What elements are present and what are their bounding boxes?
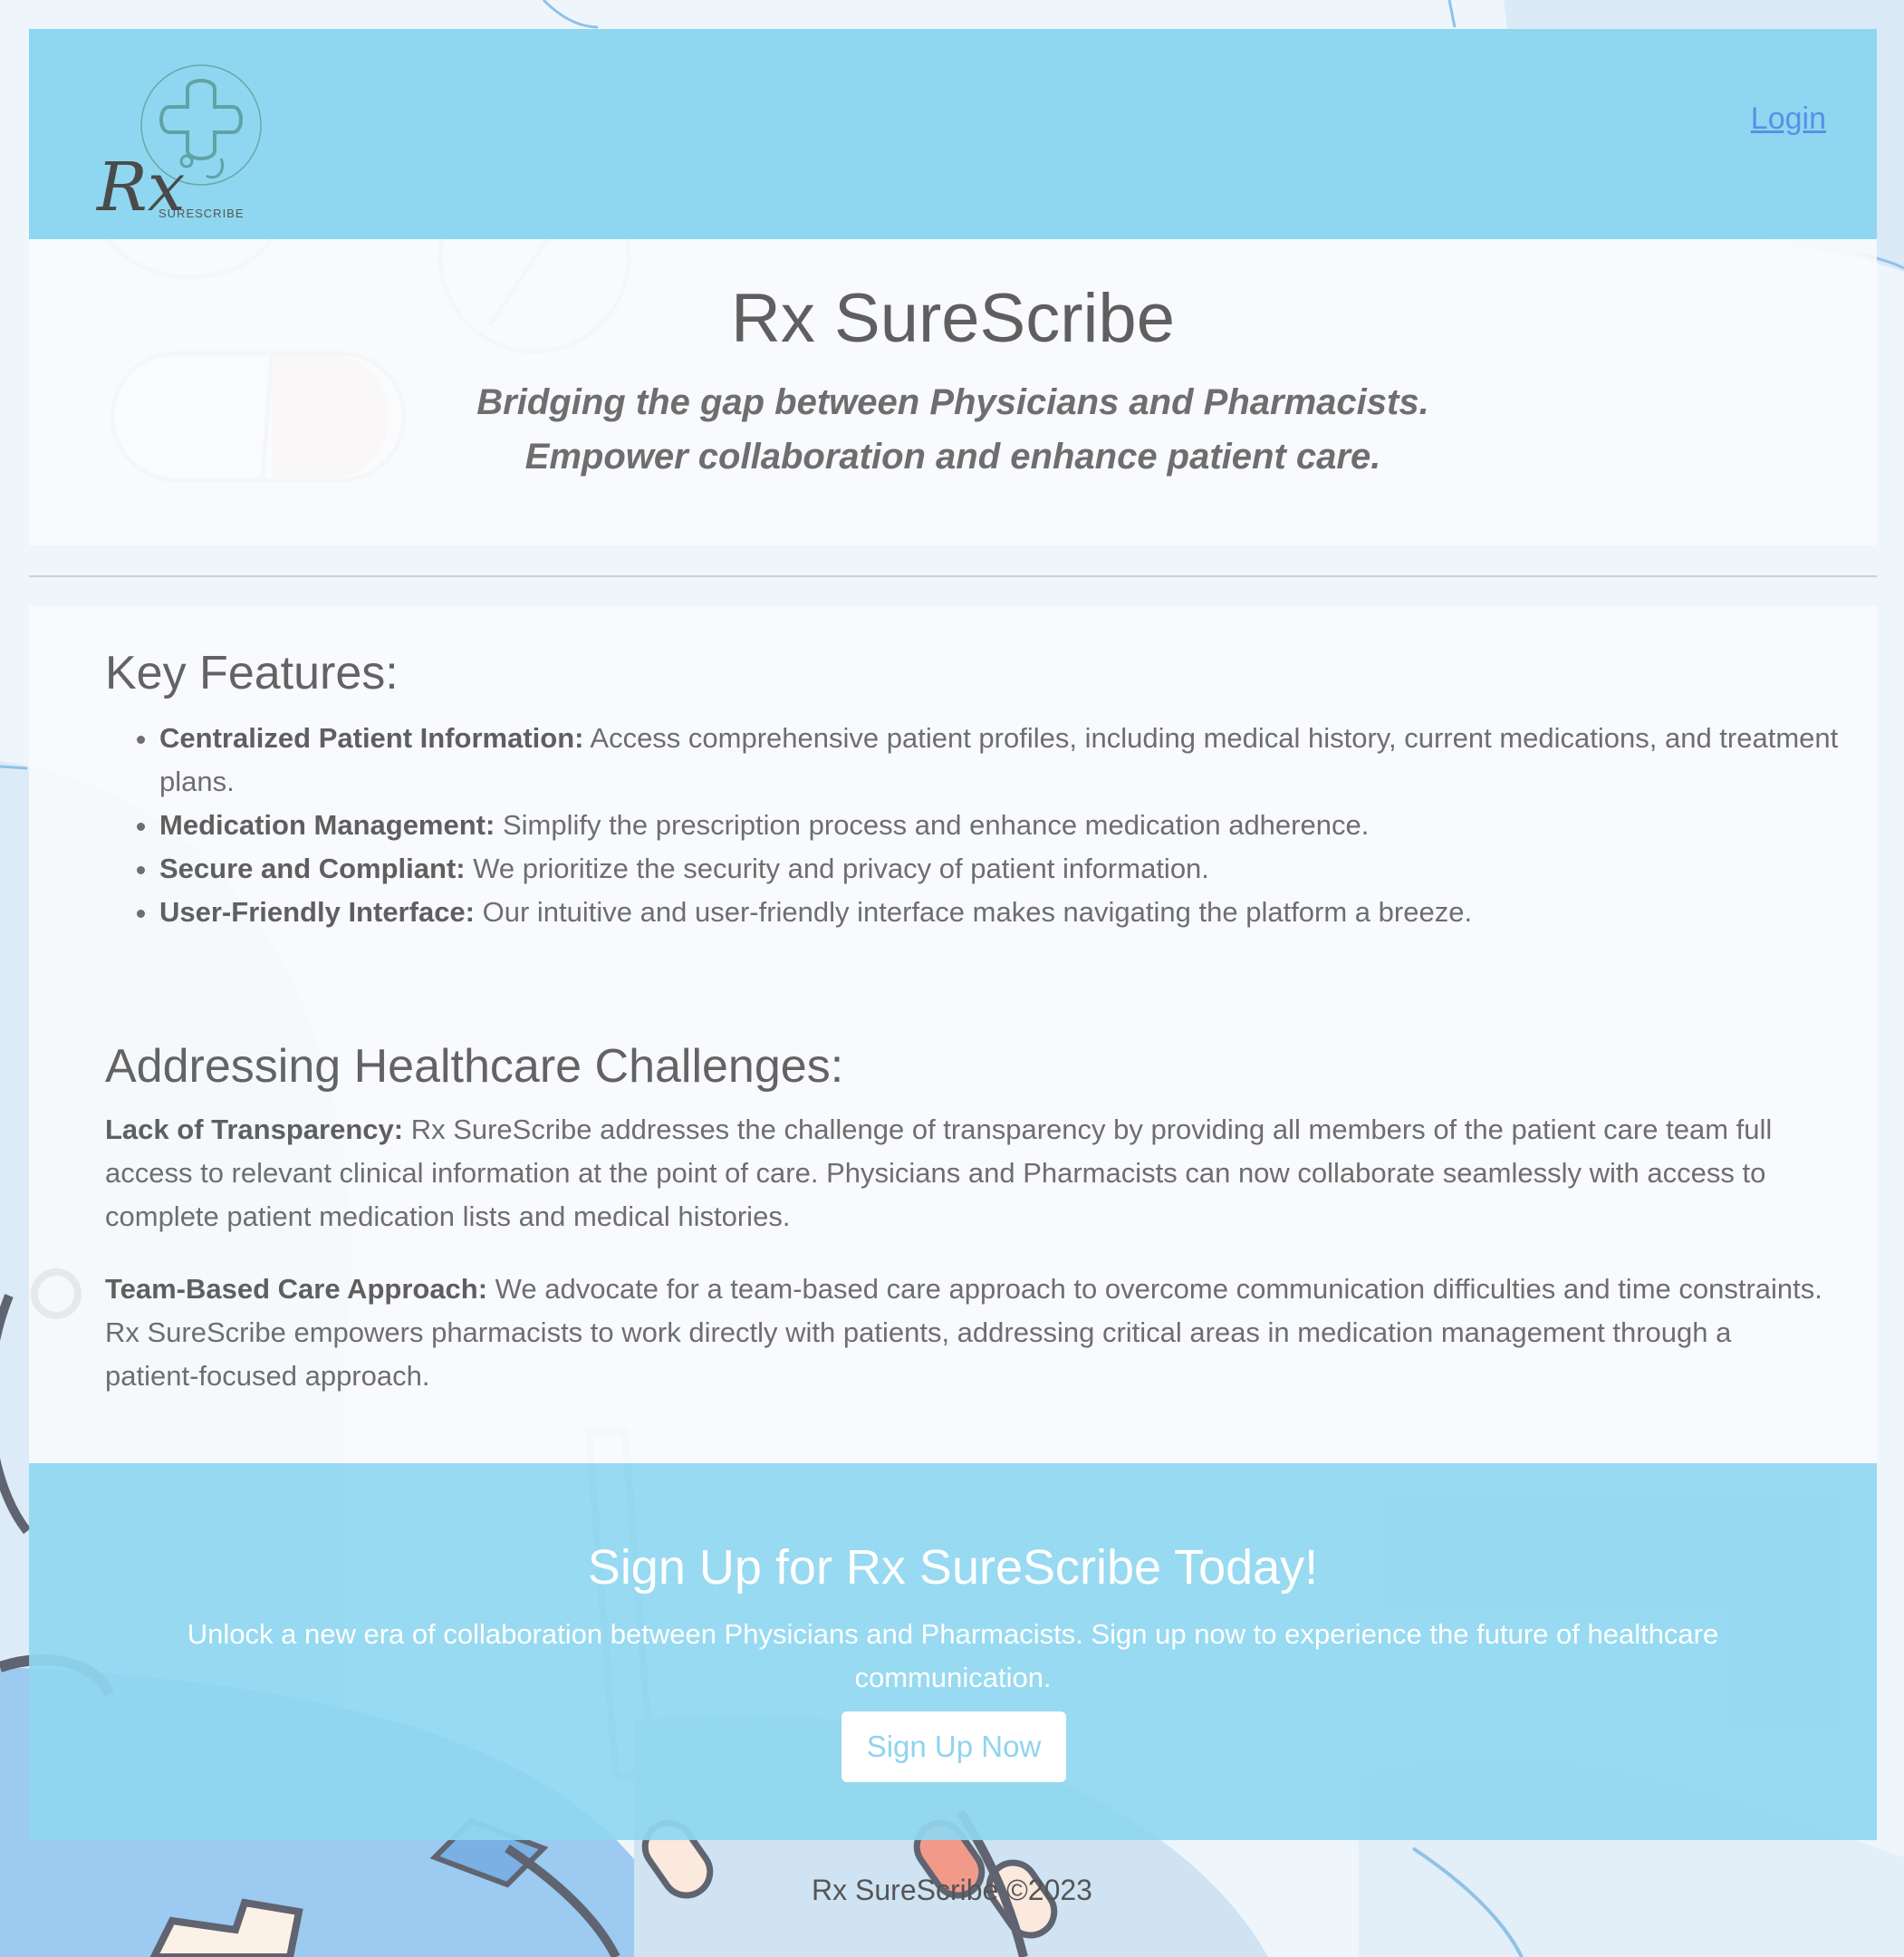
- features-list: Centralized Patient Information: Access …: [105, 717, 1880, 934]
- list-item: Centralized Patient Information: Access …: [159, 717, 1880, 804]
- feature-text: We prioritize the security and privacy o…: [465, 853, 1209, 884]
- challenges-heading: Addressing Healthcare Challenges:: [105, 1040, 844, 1093]
- list-item: User-Friendly Interface: Our intuitive a…: [159, 891, 1880, 934]
- tagline-line-1: Bridging the gap between Physicians and …: [476, 382, 1429, 422]
- feature-title: User-Friendly Interface:: [159, 896, 475, 928]
- feature-title: Secure and Compliant:: [159, 853, 466, 884]
- section-divider: [29, 575, 1877, 577]
- key-features-heading: Key Features:: [105, 647, 399, 699]
- site-header: Rx SURESCRIBE Login: [29, 29, 1877, 239]
- challenge-paragraph: Team-Based Care Approach: We advocate fo…: [105, 1268, 1826, 1398]
- content-section: Key Features: Centralized Patient Inform…: [29, 606, 1877, 1463]
- list-item: Medication Management: Simplify the pres…: [159, 804, 1880, 847]
- rx-surescribe-logo[interactable]: Rx SURESCRIBE: [94, 45, 275, 227]
- tagline-line-2: Empower collaboration and enhance patien…: [524, 437, 1381, 477]
- footer-copyright: Rx SureScribe ©2023: [812, 1874, 1092, 1906]
- list-item: Secure and Compliant: We prioritize the …: [159, 847, 1880, 891]
- hero-section: Rx SureScribe Bridging the gap between P…: [29, 239, 1877, 545]
- hero-tagline: Bridging the gap between Physicians and …: [29, 375, 1877, 484]
- cta-text: Unlock a new era of collaboration betwee…: [187, 1618, 1719, 1693]
- feature-text: Simplify the prescription process and en…: [495, 809, 1370, 841]
- login-link[interactable]: Login: [1751, 101, 1826, 137]
- sign-up-button[interactable]: Sign Up Now: [841, 1711, 1066, 1782]
- svg-text:SURESCRIBE: SURESCRIBE: [159, 207, 245, 220]
- page-title: Rx SureScribe: [731, 280, 1175, 357]
- challenge-paragraph: Lack of Transparency: Rx SureScribe addr…: [105, 1108, 1826, 1239]
- challenge-title: Lack of Transparency:: [105, 1113, 404, 1145]
- feature-title: Medication Management:: [159, 809, 495, 841]
- feature-title: Centralized Patient Information:: [159, 722, 584, 754]
- challenge-title: Team-Based Care Approach:: [105, 1273, 488, 1305]
- cta-heading: Sign Up for Rx SureScribe Today!: [587, 1540, 1319, 1595]
- feature-text: Our intuitive and user-friendly interfac…: [475, 896, 1473, 928]
- signup-cta-section: Sign Up for Rx SureScribe Today! Unlock …: [29, 1463, 1877, 1840]
